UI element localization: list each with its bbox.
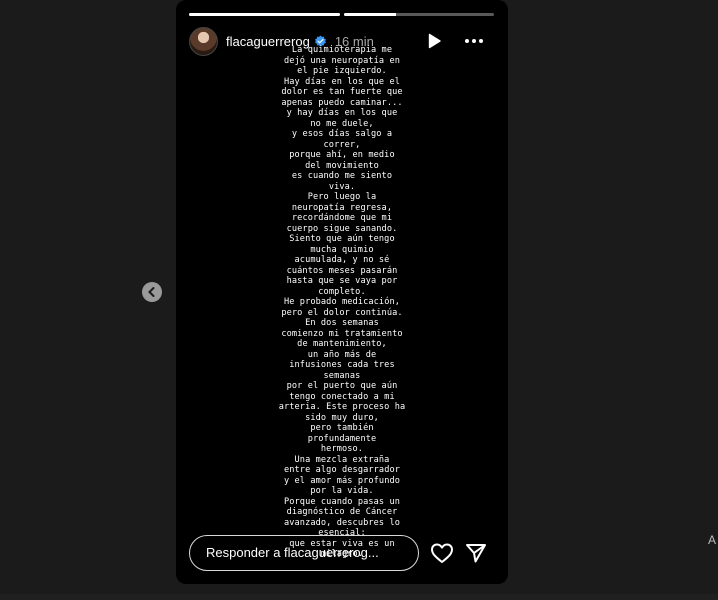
story-text-line: sido muy duro, <box>305 412 379 423</box>
story-text-line: recordándome que mi <box>291 213 393 223</box>
story-text-line: neuropatía regresa, <box>291 202 393 213</box>
story-text-line: comienzo mi tratamiento <box>281 328 403 339</box>
taskbar-strip <box>0 594 718 600</box>
story-text-line: apenas puedo caminar... <box>281 97 403 108</box>
previous-story-button[interactable] <box>142 282 162 302</box>
story-text-line: por la vida. <box>310 486 374 496</box>
story-text-line: Porque cuando pasas un <box>283 496 401 507</box>
story-text-line: un año más de <box>307 349 377 360</box>
story-text-line: y hay días en los que <box>286 108 398 118</box>
story-progress <box>189 13 494 16</box>
story-text-line: y el amor más profundo <box>283 475 401 486</box>
story-text-line: La quimioterapia me <box>291 45 393 55</box>
story-text-line: del movimiento <box>305 160 379 171</box>
story-text-line: porque ahí, en medio <box>289 150 395 160</box>
story-text-line: mucha quimio <box>310 244 374 255</box>
story-text-line: Una mezcla extraña <box>294 454 390 465</box>
story-text-line: cuerpo sigue sanando. <box>286 223 398 234</box>
more-options-icon[interactable] <box>464 33 484 49</box>
story-text-line: el pie izquierdo. <box>297 66 387 76</box>
story-text-line: infusiones cada tres <box>289 360 395 370</box>
story-text-line: He probado medicación, <box>283 297 401 307</box>
send-icon[interactable] <box>465 542 487 564</box>
story-text-line: viva. <box>328 181 356 192</box>
story-text-line: entre algo desgarrador <box>283 465 401 475</box>
story-viewer: flacaguerrerog 16 min La quimioterapia m… <box>0 0 718 600</box>
story-text-line: pero el dolor continúa. <box>281 307 403 318</box>
story-text-line: Siento que aún tengo <box>289 234 395 244</box>
story-text-line: profundamente <box>307 433 377 444</box>
edge-text: A <box>708 533 717 547</box>
story-text-line: dejó una neuropatía en <box>283 55 401 66</box>
progress-segment <box>343 13 494 16</box>
story-text-line: En dos semanas <box>305 318 379 328</box>
play-icon[interactable] <box>426 33 442 49</box>
story-text-line: cuántos meses pasarán <box>286 265 398 276</box>
story-text: La quimioterapia me dejó una neuropatía e… <box>276 45 408 560</box>
story-text-line: por el puerto que aún <box>286 381 398 391</box>
heart-icon[interactable] <box>430 542 454 564</box>
story-card: flacaguerrerog 16 min La quimioterapia m… <box>176 0 508 584</box>
story-text-line: acumulada, y no sé <box>294 255 390 265</box>
story-text-line: pero también <box>310 423 374 433</box>
story-text-line: es cuando me siento <box>291 171 393 181</box>
story-text-line: y esos días salgo a <box>291 129 393 139</box>
story-text-line: dolor es tan fuerte que <box>281 87 403 97</box>
story-text-line: Hay días en los que el <box>283 76 401 87</box>
story-text-line: hermoso. <box>320 444 364 454</box>
story-text-line: avanzado, descubres lo <box>283 517 401 528</box>
avatar[interactable] <box>189 26 218 56</box>
progress-segment <box>189 13 340 16</box>
story-text-line: no me duele, <box>310 118 374 129</box>
story-text-line: arteria. Este proceso ha <box>278 402 406 412</box>
reply-input[interactable]: Responder a flacaguerrerog... <box>189 535 419 571</box>
story-text-line: de mantenimiento, <box>297 339 387 349</box>
story-text-line: semanas <box>323 370 361 381</box>
chevron-left-icon <box>148 287 155 297</box>
story-text-line: completo. <box>318 286 366 297</box>
story-text-line: diagnóstico de Cáncer <box>286 507 398 517</box>
story-text-line: Pero luego la <box>307 192 377 202</box>
story-text-line: hasta que se vaya por <box>286 276 398 286</box>
story-text-line: correr, <box>323 139 361 150</box>
story-text-line: tengo conectado a mi <box>289 391 395 402</box>
